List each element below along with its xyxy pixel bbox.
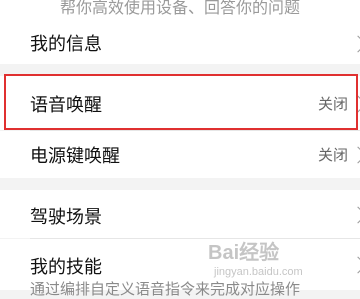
settings-row-label: 我的技能 xyxy=(30,257,102,278)
settings-row-label: 语音唤醒 xyxy=(30,95,102,116)
chevron-right-icon xyxy=(349,95,360,113)
chevron-right-icon xyxy=(349,206,360,224)
settings-row-label: 电源键唤醒 xyxy=(30,146,120,167)
settings-row-voice-wakeup[interactable]: 语音唤醒 关闭 xyxy=(0,76,360,130)
watermark-url: jingyan.baidu.com xyxy=(214,266,303,278)
settings-row-label: 我的信息 xyxy=(30,34,102,55)
baidu-jingyan-watermark: Bai经验 jingyan.baidu.com xyxy=(208,236,358,286)
chevron-right-icon xyxy=(349,35,360,53)
settings-row-my-info[interactable]: 我的信息 xyxy=(0,22,360,64)
settings-row-driving-scene[interactable]: 驾驶场景 xyxy=(0,190,360,238)
voice-wakeup-status: 关闭 xyxy=(317,95,348,113)
settings-row-label: 驾驶场景 xyxy=(30,207,102,228)
power-key-wakeup-status: 关闭 xyxy=(317,146,348,164)
assistant-subtitle: 帮你高效使用设备、回答你的问题 xyxy=(59,0,300,17)
settings-row-power-key-wakeup[interactable]: 电源键唤醒 关闭 xyxy=(0,131,360,178)
watermark-logo: Bai经验 xyxy=(208,242,280,264)
chevron-right-icon xyxy=(349,146,360,164)
